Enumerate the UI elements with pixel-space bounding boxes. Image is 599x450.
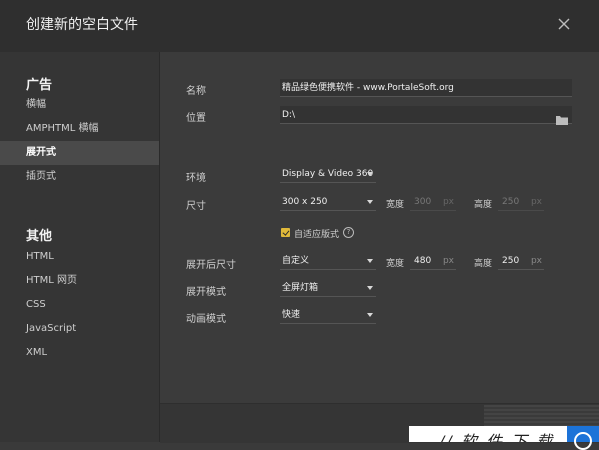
expanded-width-label: 宽度 [386,259,405,269]
animation-mode-select[interactable]: 快速 [280,306,376,324]
expanded-height-label: 高度 [474,259,493,269]
watermark-badge-icon [567,426,599,450]
unit-label: px [530,197,542,207]
location-input[interactable]: D:\ [280,106,572,124]
chevron-down-icon [367,313,373,317]
unit-label: px [442,256,454,266]
name-input[interactable]: 精品绿色便携软件 - www.PortaleSoft.org [280,79,572,97]
size-width-input[interactable]: 300 px [410,193,456,211]
sidebar-section-ads: 广告 [26,78,53,93]
location-label: 位置 [186,113,206,124]
watermark-text: // 软 件 下 载 [439,432,555,442]
sidebar-item-expandable[interactable]: 展开式 [0,141,159,165]
expanded-size-value: 自定义 [282,256,310,266]
help-icon[interactable]: ? [343,227,354,238]
sidebar-item-banner[interactable]: 横幅 [0,93,159,117]
size-select[interactable]: 300 x 250 [280,193,376,211]
size-height-value: 250 [502,197,520,207]
expanded-width-value: 480 [414,256,432,266]
expanded-size-select[interactable]: 自定义 [280,252,376,270]
name-label: 名称 [186,86,206,97]
sidebar-item-amphtml-banner[interactable]: AMPHTML 横幅 [0,117,159,141]
dialog-title: 创建新的空白文件 [26,17,138,33]
dialog-titlebar: 创建新的空白文件 [0,0,599,52]
sidebar-item-xml[interactable]: XML [0,341,159,365]
responsive-checkbox[interactable] [281,228,290,237]
form-panel: 名称 精品绿色便携软件 - www.PortaleSoft.org 位置 D:\… [160,52,599,442]
height-label: 高度 [474,200,493,210]
environment-value: Display & Video 360 [282,169,374,179]
sidebar-item-css[interactable]: CSS [0,293,159,317]
size-value: 300 x 250 [282,197,328,207]
responsive-label: 自适应版式 [294,230,340,240]
animation-mode-label: 动画模式 [186,314,226,325]
expanded-height-input[interactable]: 250 px [498,252,544,270]
chevron-down-icon [367,200,373,204]
unit-label: px [530,256,542,266]
width-label: 宽度 [386,200,405,210]
expand-mode-value: 全屏灯箱 [282,283,319,293]
expanded-width-input[interactable]: 480 px [410,252,456,270]
size-label: 尺寸 [186,201,206,212]
sidebar-section-other: 其他 [26,229,53,244]
size-height-input[interactable]: 250 px [498,193,544,211]
chevron-down-icon [367,172,373,176]
sidebar-item-html[interactable]: HTML [0,245,159,269]
environment-select[interactable]: Display & Video 360 [280,165,376,183]
environment-label: 环境 [186,173,206,184]
expand-mode-label: 展开模式 [186,287,226,298]
unit-label: px [442,197,454,207]
folder-icon[interactable] [556,110,568,129]
animation-mode-value: 快速 [282,310,301,320]
close-icon[interactable] [556,16,572,32]
footer-decoration [484,405,599,427]
sidebar-item-javascript[interactable]: JavaScript [0,317,159,341]
sidebar-item-html-page[interactable]: HTML 网页 [0,269,159,293]
sidebar-item-interstitial[interactable]: 插页式 [0,165,159,189]
expand-mode-select[interactable]: 全屏灯箱 [280,279,376,297]
chevron-down-icon [367,259,373,263]
expanded-size-label: 展开后尺寸 [186,260,236,271]
sidebar: 广告 横幅 AMPHTML 横幅 展开式 插页式 其他 HTML HTML 网页… [0,52,160,442]
size-width-value: 300 [414,197,432,207]
expanded-height-value: 250 [502,256,520,266]
watermark: // 软 件 下 载 [409,426,567,442]
chevron-down-icon [367,286,373,290]
